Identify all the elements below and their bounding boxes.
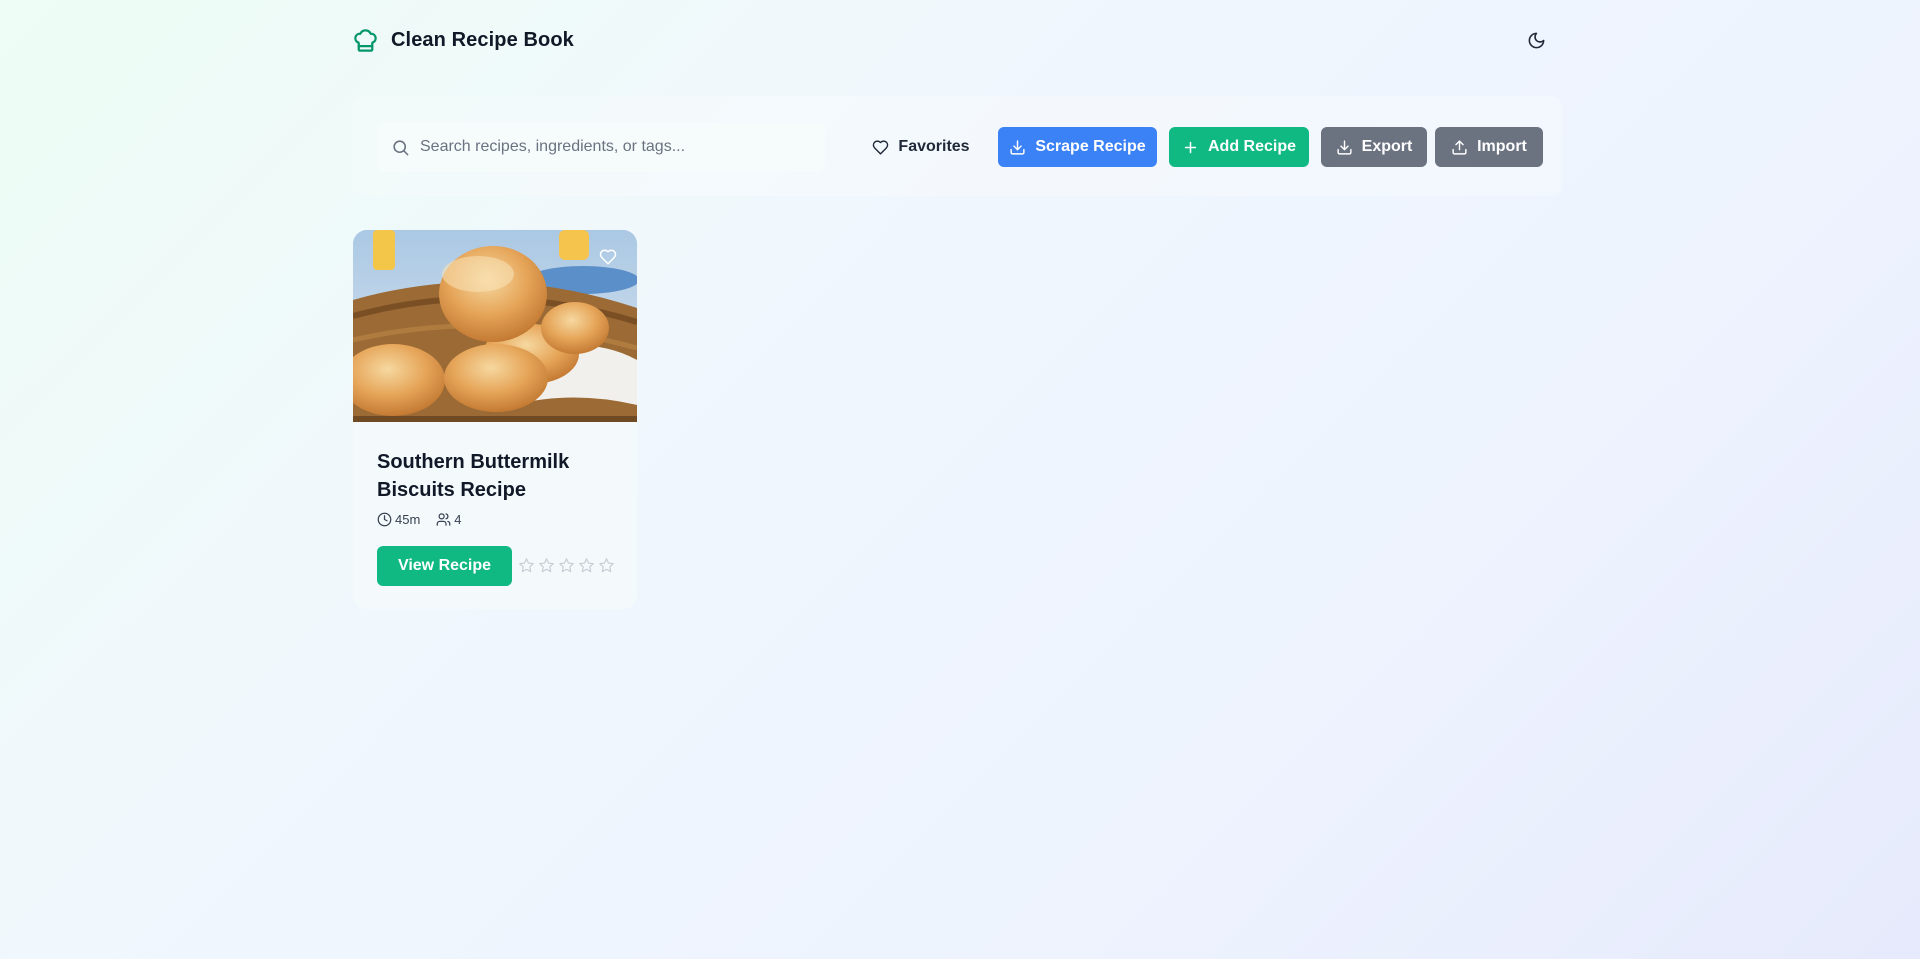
- search-input[interactable]: [420, 138, 800, 156]
- star-icon[interactable]: [538, 557, 555, 574]
- export-label: Export: [1361, 138, 1413, 155]
- scrape-recipe-label: Scrape Recipe: [1035, 138, 1146, 155]
- search-box[interactable]: [377, 122, 825, 172]
- cook-time-value: 45m: [395, 512, 421, 527]
- download-icon: [1010, 139, 1025, 155]
- view-recipe-button[interactable]: View Recipe: [377, 546, 512, 586]
- servings-value: 4: [454, 512, 462, 527]
- export-button[interactable]: Export: [1321, 127, 1427, 167]
- scrape-recipe-button[interactable]: Scrape Recipe: [998, 127, 1157, 167]
- heart-icon: [873, 139, 889, 155]
- recipe-card: Southern Buttermilk Biscuits Recipe 45m …: [353, 230, 637, 609]
- add-recipe-label: Add Recipe: [1207, 138, 1296, 155]
- favorites-label: Favorites: [898, 138, 970, 155]
- upload-icon: [1452, 139, 1467, 155]
- plus-icon: [1184, 141, 1197, 153]
- recipe-meta: 45m 4: [377, 512, 478, 527]
- recipe-title: Southern Buttermilk Biscuits Recipe: [377, 451, 570, 501]
- star-icon[interactable]: [518, 557, 535, 574]
- clock-icon: [377, 512, 392, 527]
- recipe-image[interactable]: [353, 230, 637, 422]
- moon-icon: [1528, 32, 1544, 48]
- biscuits-photo: [353, 230, 637, 422]
- favorite-toggle[interactable]: [597, 246, 619, 268]
- users-icon: [436, 513, 451, 526]
- search-icon: [393, 139, 409, 155]
- star-icon[interactable]: [558, 557, 575, 574]
- chef-hat-icon: [352, 27, 379, 54]
- theme-toggle-button[interactable]: [1520, 24, 1552, 56]
- heart-icon: [599, 249, 617, 265]
- servings: 4: [436, 512, 462, 527]
- import-label: Import: [1477, 138, 1527, 155]
- cook-time: 45m: [377, 512, 420, 527]
- star-icon[interactable]: [578, 557, 595, 574]
- brand: Clean Recipe Book: [352, 27, 574, 54]
- add-recipe-button[interactable]: Add Recipe: [1169, 127, 1309, 167]
- star-icon[interactable]: [598, 557, 615, 574]
- import-button[interactable]: Import: [1435, 127, 1543, 167]
- star-rating: [518, 557, 615, 574]
- favorites-button[interactable]: Favorites: [865, 127, 977, 167]
- app-title: Clean Recipe Book: [391, 28, 574, 51]
- app-header: Clean Recipe Book: [352, 18, 1562, 62]
- download-icon: [1337, 139, 1352, 155]
